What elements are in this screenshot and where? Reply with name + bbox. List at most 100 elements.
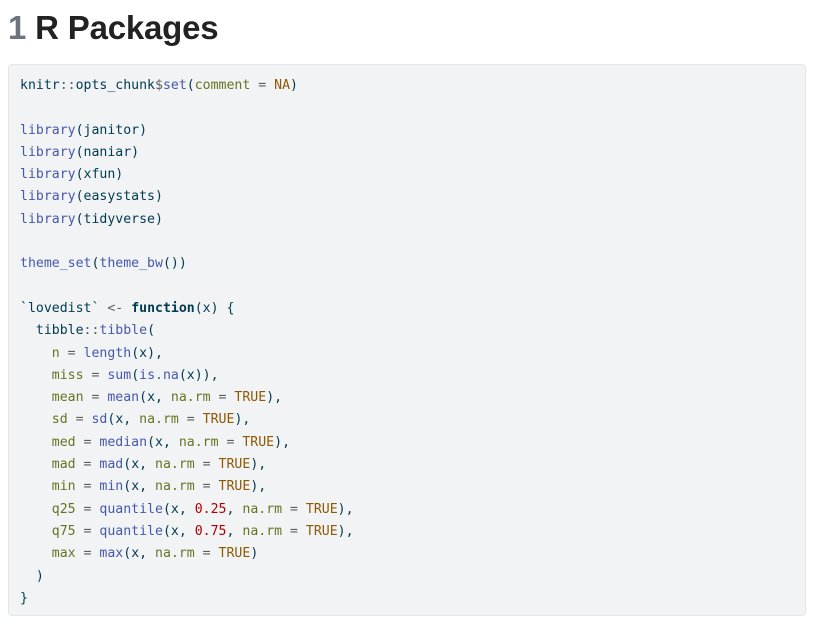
code-token: (x)), bbox=[178, 367, 219, 383]
code-block: knitr::opts_chunk$set(comment = NA)libra… bbox=[8, 64, 806, 616]
code-token: 0.75 bbox=[194, 523, 227, 539]
code-token: = bbox=[75, 523, 100, 539]
code-token: max bbox=[99, 546, 124, 562]
code-token: ( bbox=[147, 323, 156, 339]
code-token: library bbox=[20, 122, 76, 138]
code-token: q75 bbox=[51, 523, 76, 539]
code-line: library(xfun) bbox=[20, 164, 354, 186]
code-token: quantile bbox=[99, 501, 163, 517]
code-token: = bbox=[178, 412, 203, 428]
code-token: library bbox=[20, 211, 76, 227]
code-line: ) bbox=[20, 566, 354, 588]
code-token: length bbox=[83, 345, 132, 361]
code-line: library(tidyverse) bbox=[20, 209, 354, 231]
code-token: TRUE bbox=[218, 546, 251, 562]
code-token: quantile bbox=[99, 523, 163, 539]
code-token: (x), bbox=[131, 345, 163, 361]
code-token: ), bbox=[250, 479, 267, 495]
code-token: ) bbox=[250, 546, 259, 562]
code-line: miss = sum(is.na(x)), bbox=[20, 365, 354, 387]
code-token: TRUE bbox=[218, 479, 251, 495]
code-token: 0.25 bbox=[194, 501, 227, 517]
code-token: na.rm bbox=[178, 434, 219, 450]
code-token: = bbox=[210, 390, 235, 406]
code-token: comment bbox=[194, 78, 251, 93]
code-token: sum bbox=[107, 367, 132, 383]
code-token: `lovedist` bbox=[20, 300, 108, 316]
code-token: ) bbox=[290, 78, 298, 93]
code-line: } bbox=[20, 588, 354, 610]
code-content[interactable]: knitr::opts_chunk$set(comment = NA)libra… bbox=[20, 75, 354, 610]
code-token: sd bbox=[91, 412, 108, 428]
code-token: (x, bbox=[123, 457, 156, 473]
code-token: (x, bbox=[123, 546, 156, 562]
code-token: = bbox=[194, 546, 219, 562]
code-line: knitr::opts_chunk$set(comment = NA) bbox=[20, 75, 354, 97]
code-line: sd = sd(x, na.rm = TRUE), bbox=[20, 409, 354, 431]
code-token: library bbox=[20, 144, 76, 160]
section-heading: 1R Packages bbox=[8, 6, 219, 50]
code-token: = bbox=[282, 501, 306, 517]
code-token: mean bbox=[51, 390, 84, 406]
code-token: ( bbox=[186, 78, 195, 93]
code-token: = bbox=[67, 412, 92, 428]
code-line: `lovedist` <- function(x) { bbox=[20, 298, 354, 320]
code-token: na.rm bbox=[242, 523, 283, 539]
code-token: tibble bbox=[20, 323, 84, 339]
code-token: mean bbox=[107, 390, 140, 406]
code-token: = bbox=[75, 434, 100, 450]
code-token: mad bbox=[99, 457, 124, 473]
code-token: (x, bbox=[123, 479, 156, 495]
code-token: TRUE bbox=[305, 501, 338, 517]
code-token: (x, bbox=[162, 523, 195, 539]
code-token: miss bbox=[51, 367, 84, 383]
code-token: = bbox=[83, 367, 108, 383]
code-token: :: bbox=[59, 78, 76, 93]
code-line: library(easystats) bbox=[20, 186, 354, 208]
code-token: ) bbox=[20, 568, 44, 584]
code-token: = bbox=[75, 501, 100, 517]
code-token: (x, bbox=[147, 434, 179, 450]
code-token: is.na bbox=[139, 367, 179, 383]
code-token: ), bbox=[250, 457, 267, 473]
code-token: , bbox=[226, 501, 243, 517]
code-token: ), bbox=[337, 501, 354, 517]
code-token: na.rm bbox=[155, 457, 195, 473]
code-token: TRUE bbox=[242, 434, 275, 450]
code-token: sd bbox=[51, 412, 68, 428]
code-token: (tidyverse) bbox=[75, 211, 163, 227]
code-token: = bbox=[194, 479, 219, 495]
code-token: (x, bbox=[139, 390, 171, 406]
code-token: theme_set bbox=[20, 256, 92, 272]
code-token: knitr bbox=[20, 78, 60, 93]
code-token: (janitor) bbox=[75, 122, 148, 138]
code-token: tibble bbox=[99, 323, 148, 339]
code-line: n = length(x), bbox=[20, 343, 354, 365]
code-token: } bbox=[20, 590, 28, 606]
code-token: ), bbox=[234, 412, 251, 428]
code-token: TRUE bbox=[218, 457, 251, 473]
code-line: q25 = quantile(x, 0.25, na.rm = TRUE), bbox=[20, 499, 354, 521]
code-line: mean = mean(x, na.rm = TRUE), bbox=[20, 387, 354, 409]
code-token: = bbox=[218, 434, 243, 450]
code-token: (x, bbox=[162, 501, 195, 517]
code-token: set bbox=[162, 78, 187, 93]
code-token: ), bbox=[266, 390, 283, 406]
code-token: = bbox=[75, 479, 100, 495]
code-token: (x) { bbox=[194, 300, 235, 316]
code-line: theme_set(theme_bw()) bbox=[20, 253, 354, 275]
code-line: med = median(x, na.rm = TRUE), bbox=[20, 432, 354, 454]
code-token: (xfun) bbox=[75, 167, 124, 183]
code-token: opts_chunk bbox=[75, 78, 155, 93]
code-token: ), bbox=[274, 434, 291, 450]
code-token: = bbox=[250, 78, 275, 93]
